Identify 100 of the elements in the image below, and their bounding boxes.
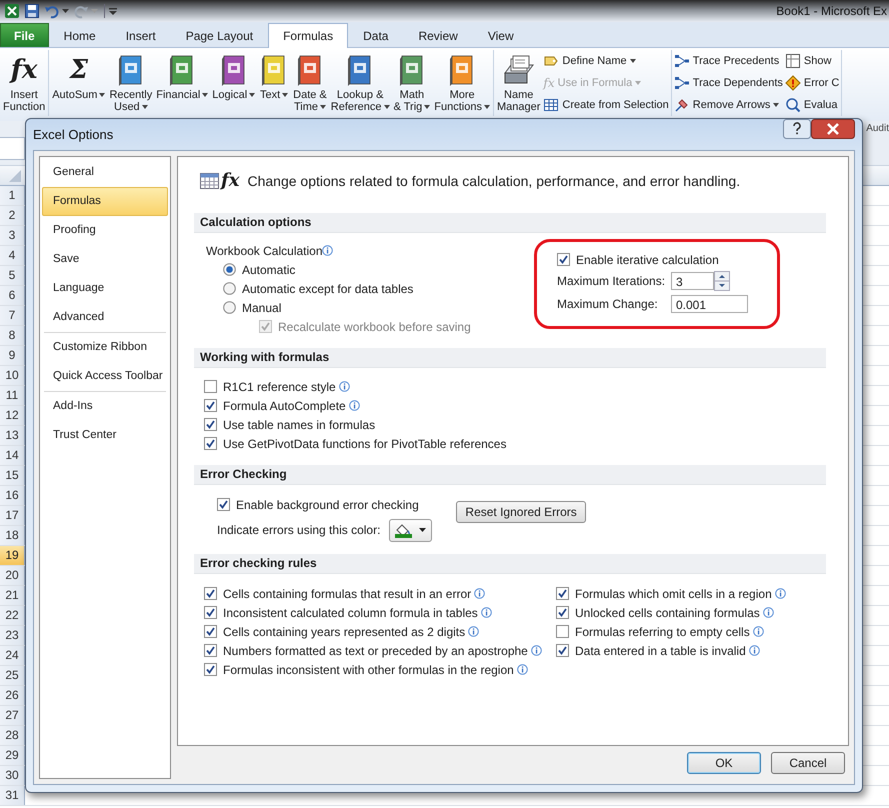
redo-icon[interactable] xyxy=(73,3,89,19)
row-header[interactable]: 13 xyxy=(0,426,25,445)
ribbon-button[interactable]: Recently Used xyxy=(107,50,154,116)
ribbon-small-button[interactable]: Create from Selection xyxy=(542,95,670,115)
checkbox[interactable] xyxy=(556,587,569,600)
reset-ignored-errors-button[interactable]: Reset Ignored Errors xyxy=(456,500,586,522)
nav-item[interactable]: Quick Access Toolbar xyxy=(42,362,168,391)
row-header[interactable]: 17 xyxy=(0,506,25,525)
row-header[interactable]: 30 xyxy=(0,766,25,785)
customize-menu-icon[interactable] xyxy=(109,8,117,14)
ribbon-tab[interactable]: Home xyxy=(48,24,111,47)
ribbon-button[interactable]: Date & Time xyxy=(291,50,329,116)
ribbon-tab[interactable]: File xyxy=(0,23,49,47)
row-header[interactable]: 1 xyxy=(0,186,25,205)
checkbox[interactable] xyxy=(204,380,217,393)
row-header[interactable]: 27 xyxy=(0,706,25,725)
row-header[interactable]: 19 xyxy=(0,546,25,565)
row-header[interactable]: 9 xyxy=(0,346,25,365)
checkbox[interactable] xyxy=(556,606,569,619)
radio-button[interactable] xyxy=(223,263,236,276)
checkbox[interactable] xyxy=(204,644,217,657)
dialog-button[interactable]: OK xyxy=(687,752,761,774)
ribbon-small-button[interactable]: Trace Dependents xyxy=(672,73,784,93)
ribbon-button[interactable]: Logical xyxy=(210,50,258,116)
checkbox[interactable] xyxy=(204,399,217,412)
ribbon-small-button[interactable]: Evalua xyxy=(784,95,840,115)
radio-button[interactable] xyxy=(223,282,236,295)
save-icon[interactable] xyxy=(24,3,40,19)
row-header[interactable]: 29 xyxy=(0,746,25,765)
number-field[interactable]: 3 xyxy=(671,272,714,290)
nav-item[interactable]: Language xyxy=(42,274,168,303)
row-header[interactable]: 10 xyxy=(0,366,25,385)
ribbon-button[interactable]: Lookup & Reference xyxy=(328,50,392,116)
dialog-button[interactable]: Cancel xyxy=(771,752,845,774)
row-header[interactable]: 2 xyxy=(0,206,25,225)
color-picker-button[interactable] xyxy=(389,518,432,542)
row-header[interactable]: 18 xyxy=(0,526,25,545)
row-header[interactable]: 31 xyxy=(0,786,25,805)
checkbox[interactable] xyxy=(556,625,569,638)
nav-item[interactable]: General xyxy=(42,158,168,187)
ribbon-button[interactable]: Math & Trig xyxy=(392,50,432,116)
checkbox[interactable] xyxy=(204,606,217,619)
row-header[interactable]: 5 xyxy=(0,266,25,285)
ribbon-tab[interactable]: Formulas xyxy=(268,23,348,48)
row-header[interactable]: 6 xyxy=(0,286,25,305)
checkbox[interactable] xyxy=(204,437,217,450)
row-header[interactable]: 26 xyxy=(0,686,25,705)
help-button[interactable] xyxy=(783,119,811,139)
ribbon-button[interactable]: Name Manager xyxy=(494,50,542,116)
ribbon-button[interactable]: Text xyxy=(257,50,292,116)
ribbon-small-button[interactable]: Define Name xyxy=(542,51,670,71)
checkbox[interactable] xyxy=(204,625,217,638)
close-button[interactable] xyxy=(811,119,855,139)
ribbon-button[interactable]: Financial xyxy=(154,50,210,116)
text-field[interactable]: 0.001 xyxy=(671,294,748,312)
row-header[interactable]: 7 xyxy=(0,306,25,325)
ribbon-tab[interactable]: Data xyxy=(348,24,404,47)
ribbon-tab[interactable]: View xyxy=(472,24,529,47)
ribbon-small-button[interactable]: Show xyxy=(784,51,840,71)
checkbox[interactable] xyxy=(204,587,217,600)
checkbox[interactable] xyxy=(204,418,217,431)
row-header[interactable]: 24 xyxy=(0,646,25,665)
row-header[interactable]: 28 xyxy=(0,726,25,745)
row-header[interactable]: 21 xyxy=(0,586,25,605)
checkbox[interactable] xyxy=(204,663,217,676)
row-header[interactable]: 8 xyxy=(0,326,25,345)
nav-item[interactable]: Formulas xyxy=(42,187,168,216)
ribbon-tab[interactable]: Insert xyxy=(110,24,171,47)
nav-item[interactable]: Trust Center xyxy=(42,421,168,450)
row-header[interactable]: 3 xyxy=(0,226,25,245)
nav-item[interactable]: Advanced xyxy=(42,303,168,332)
ribbon-tab[interactable]: Review xyxy=(403,24,473,47)
nav-item[interactable]: Customize Ribbon xyxy=(42,333,168,362)
ribbon-small-button[interactable]: Error C xyxy=(784,73,840,93)
row-header[interactable]: 16 xyxy=(0,486,25,505)
checkbox[interactable] xyxy=(217,498,230,511)
ribbon-small-button[interactable]: Trace Precedents xyxy=(672,51,784,71)
nav-item[interactable]: Proofing xyxy=(42,216,168,245)
checkbox[interactable] xyxy=(557,253,570,266)
row-header[interactable]: 20 xyxy=(0,566,25,585)
nav-item[interactable]: Add-Ins xyxy=(42,392,168,421)
caret-icon[interactable] xyxy=(62,9,69,13)
row-header[interactable]: 25 xyxy=(0,666,25,685)
radio-button[interactable] xyxy=(223,301,236,314)
row-header[interactable]: 22 xyxy=(0,606,25,625)
spin-buttons[interactable] xyxy=(714,270,730,290)
ribbon-button[interactable]: Σ AutoSum xyxy=(50,50,108,116)
row-header[interactable]: 12 xyxy=(0,406,25,425)
nav-item[interactable]: Save xyxy=(42,245,168,274)
ribbon-small-button[interactable]: Remove Arrows xyxy=(672,95,784,115)
checkbox[interactable] xyxy=(556,644,569,657)
ribbon-button[interactable]: More Functions xyxy=(432,50,492,116)
row-header[interactable]: 11 xyxy=(0,386,25,405)
row-header[interactable]: 14 xyxy=(0,446,25,465)
undo-icon[interactable] xyxy=(44,3,60,19)
ribbon-tab[interactable]: Page Layout xyxy=(170,24,268,47)
row-header[interactable]: 23 xyxy=(0,626,25,645)
row-header[interactable]: 4 xyxy=(0,246,25,265)
row-header[interactable]: 15 xyxy=(0,466,25,485)
ribbon-button[interactable]: fx Insert Function xyxy=(1,50,48,116)
